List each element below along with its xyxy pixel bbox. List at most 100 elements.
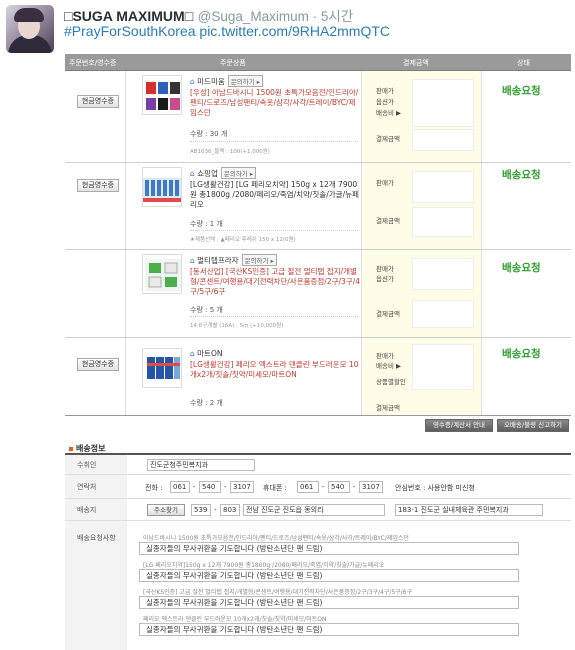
product-thumbnail[interactable] [142, 348, 182, 388]
request-input[interactable]: 실종자들의 무사귀환을 기도합니다 (방탄소년단 팬 드림) [139, 596, 519, 609]
seller-name[interactable]: ⌂ 마트ON [190, 348, 222, 359]
cash-receipt-button[interactable]: 현금영수증 [77, 179, 119, 192]
zip-field-1[interactable]: 539 [191, 504, 211, 516]
product-name[interactable]: [우성] 아남드바시니 1500원 초특가모음전/인드리아/펜티/드로즈/남성팬… [190, 88, 362, 118]
request-input[interactable]: 실종자들의 무사귀환을 기도합니다 (방탄소년단 팬 드림) [139, 542, 519, 555]
status-badge: 배송요청 [502, 262, 541, 274]
quantity: 수량 : 1 개 [190, 220, 223, 228]
status-badge: 배송요청 [502, 169, 541, 181]
seller-name[interactable]: ⌂ 미드미움 문의하기 ▸ [190, 75, 264, 87]
shipping-table: 수취인 진도군청주민복지과 연락처 전화 : 061 - 540 - 3107 … [65, 453, 571, 650]
status-badge: 배송요청 [502, 348, 541, 360]
product-name[interactable]: [LG생활건강] 페리오 엑스트라 덴클린 부드러운모 10개x2개/칫솔/칫약… [190, 360, 362, 380]
request-item-name: 아남드바시니 1500원 초특가모음전/인드리아/펜티/드로즈/남성팬티/속옷/… [143, 535, 409, 542]
product-name[interactable]: [LG생활건강] [LG 페리오치약] 150g x 12개 7900원 총18… [190, 180, 362, 210]
header-payment: 결제금액 [403, 59, 429, 67]
address-label: 배송지 [65, 499, 127, 520]
contact-label: 연락처 [65, 475, 127, 498]
product-thumbnail[interactable] [142, 254, 182, 294]
cash-receipt-button[interactable]: 현금영수증 [77, 358, 119, 371]
order-row: 현금영수증 ⌂ 마트ON [LG생활건강] 페리오 엑스트라 덴클린 부드러운모… [65, 338, 571, 416]
home-icon: ⌂ [190, 256, 195, 265]
product-option: AB1036_블랙 : 100(+1,000원) [190, 149, 270, 155]
home-icon: ⌂ [190, 77, 195, 86]
phone-label: 전화 : [145, 484, 163, 492]
recipient-input[interactable]: 진도군청주민복지과 [147, 459, 255, 471]
phone-field-1[interactable]: 061 [170, 481, 190, 493]
shipping-fee-label[interactable]: 배송비 ▶ [376, 360, 401, 370]
total-label: 결제금액 [376, 310, 400, 318]
price-label: 판매가 [376, 87, 394, 95]
payment-cell: 판매가 결제금액 [361, 163, 481, 249]
option-price-label: 옵션가 [376, 98, 394, 106]
quantity: 수량 : 2 개 [190, 399, 223, 407]
payment-cell: 판매가 옵션가 결제금액 [361, 250, 481, 337]
price-label: 판매가 [376, 265, 394, 273]
total-label: 결제금액 [376, 217, 400, 225]
address-line-1[interactable]: 전남 진도군 진도읍 동외리 [243, 504, 385, 516]
mobile-field-3[interactable]: 3107 [359, 481, 383, 493]
dash: - [224, 483, 227, 491]
total-label: 결제금액 [376, 404, 400, 412]
quantity: 수량 : 5 개 [190, 306, 223, 314]
header-order-no: 주문번호/영수증 [69, 59, 117, 67]
request-label: 배송요청사항 [65, 521, 127, 650]
shipping-fee-label[interactable]: 배송비 ▶ [376, 107, 401, 117]
tweet-text[interactable]: #PrayForSouthKorea pic.twitter.com/9RHA2… [64, 23, 390, 39]
report-defect-button[interactable]: 오배송/불량 신고하기 [497, 419, 569, 432]
request-item-name: [국산KS인증] 고급 절전 멀티탭 접지/개별형/콘센트/여행용/대기전력차단… [143, 589, 413, 596]
product-option: 14.6구개별 (16A) : 5m (+10,000원) [190, 323, 284, 329]
display-name[interactable]: □SUGA MAXIMUM□ [64, 8, 193, 24]
tweet-header: □SUGA MAXIMUM□ @Suga_Maximum · 5시간 #Pray… [0, 0, 575, 56]
payment-cell: 판매가 옵션가 배송비 ▶ 결제금액 [361, 71, 481, 162]
mobile-field-2[interactable]: 540 [328, 481, 350, 493]
product-name[interactable]: [동서산업] [국산KS인증] 고급 절전 멀티탭 접지/개별형/콘센트/여행용… [190, 267, 362, 297]
find-address-button[interactable]: 주소찾기 [147, 504, 185, 516]
seller-name[interactable]: ⌂ 멀티탭프라자 문의하기 ▸ [190, 254, 277, 266]
phone-field-2[interactable]: 540 [199, 481, 221, 493]
product-option: ★제품선택 : ▲페리오 후레쉬 150 x 12(0원) [190, 237, 296, 243]
total-label: 결제금액 [376, 135, 400, 143]
dash: - [214, 506, 217, 514]
request-input[interactable]: 실종자들의 무사귀환을 기도합니다 (방탄소년단 팬 드림) [139, 623, 519, 636]
tweet-author[interactable]: □SUGA MAXIMUM□ @Suga_Maximum · 5시간 [64, 5, 353, 25]
avatar[interactable] [6, 5, 54, 53]
zip-field-2[interactable]: 803 [220, 504, 240, 516]
request-item-name: 페리오 엑스트라 덴클린 부드러운모 10개x2개/칫솔/칫약/미세모/마트ON [143, 616, 327, 623]
header-product: 주문상품 [220, 59, 246, 67]
request-input[interactable]: 실종자들의 무사귀환을 기도합니다 (방탄소년단 팬 드림) [139, 569, 519, 582]
mobile-label: 휴대폰 : [263, 484, 287, 492]
seller-name[interactable]: ⌂ 쇼핑업 문의하기 ▸ [190, 167, 257, 179]
ask-button[interactable]: 문의하기 ▸ [227, 75, 264, 87]
recipient-label: 수취인 [65, 455, 127, 474]
dash: - [353, 483, 356, 491]
payment-cell: 판매가 배송비 ▶ 상품별할인 결제금액 [361, 338, 481, 415]
phone-field-3[interactable]: 3107 [230, 481, 254, 493]
order-row: 현금영수증 ⌂ 미드미움 문의하기 ▸ [우성] 아남드바시니 1500원 초특가… [65, 71, 571, 163]
product-thumbnail[interactable] [142, 75, 182, 115]
order-sheet: 주문번호/영수증 주문상품 결제금액 상태 현금영수증 ⌂ 미드미움 문의하기 ▸… [65, 54, 571, 650]
mobile-field-1[interactable]: 061 [297, 481, 319, 493]
order-row: ⌂ 멀티탭프라자 문의하기 ▸ [동서산업] [국산KS인증] 고급 절전 멀티탭… [65, 250, 571, 338]
dash: - [322, 483, 325, 491]
handle-and-time[interactable]: @Suga_Maximum · 5시간 [198, 9, 354, 24]
price-label: 판매가 [376, 352, 394, 360]
receipt-info-button[interactable]: 영수증/계산서 안내 [425, 419, 493, 432]
cash-receipt-button[interactable]: 현금영수증 [77, 95, 119, 108]
ask-button[interactable]: 문의하기 ▸ [220, 167, 257, 179]
order-row: 현금영수증 ⌂ 쇼핑업 문의하기 ▸ [LG생활건강] [LG 페리오치약] 15… [65, 163, 571, 250]
order-table-header: 주문번호/영수증 주문상품 결제금액 상태 [65, 54, 571, 71]
status-badge: 배송요청 [502, 85, 541, 97]
quantity: 수량 : 30 개 [190, 130, 228, 138]
home-icon: ⌂ [190, 349, 195, 358]
safe-number-text: 안심번호 : 사용안함 미신청 [395, 484, 475, 492]
ask-button[interactable]: 문의하기 ▸ [241, 254, 277, 266]
header-status: 상태 [517, 59, 530, 67]
request-item-name: [LG 페리오치약]150g x 12개 7900원 총1800g /2080/… [143, 562, 385, 569]
address-line-2[interactable]: 183-1 진도군 실내체육관 주민복지과 [395, 504, 543, 516]
price-label: 판매가 [376, 179, 394, 187]
discount-label: 상품별할인 [376, 378, 406, 386]
dash: - [193, 483, 196, 491]
product-thumbnail[interactable] [142, 167, 182, 207]
home-icon: ⌂ [190, 169, 195, 178]
